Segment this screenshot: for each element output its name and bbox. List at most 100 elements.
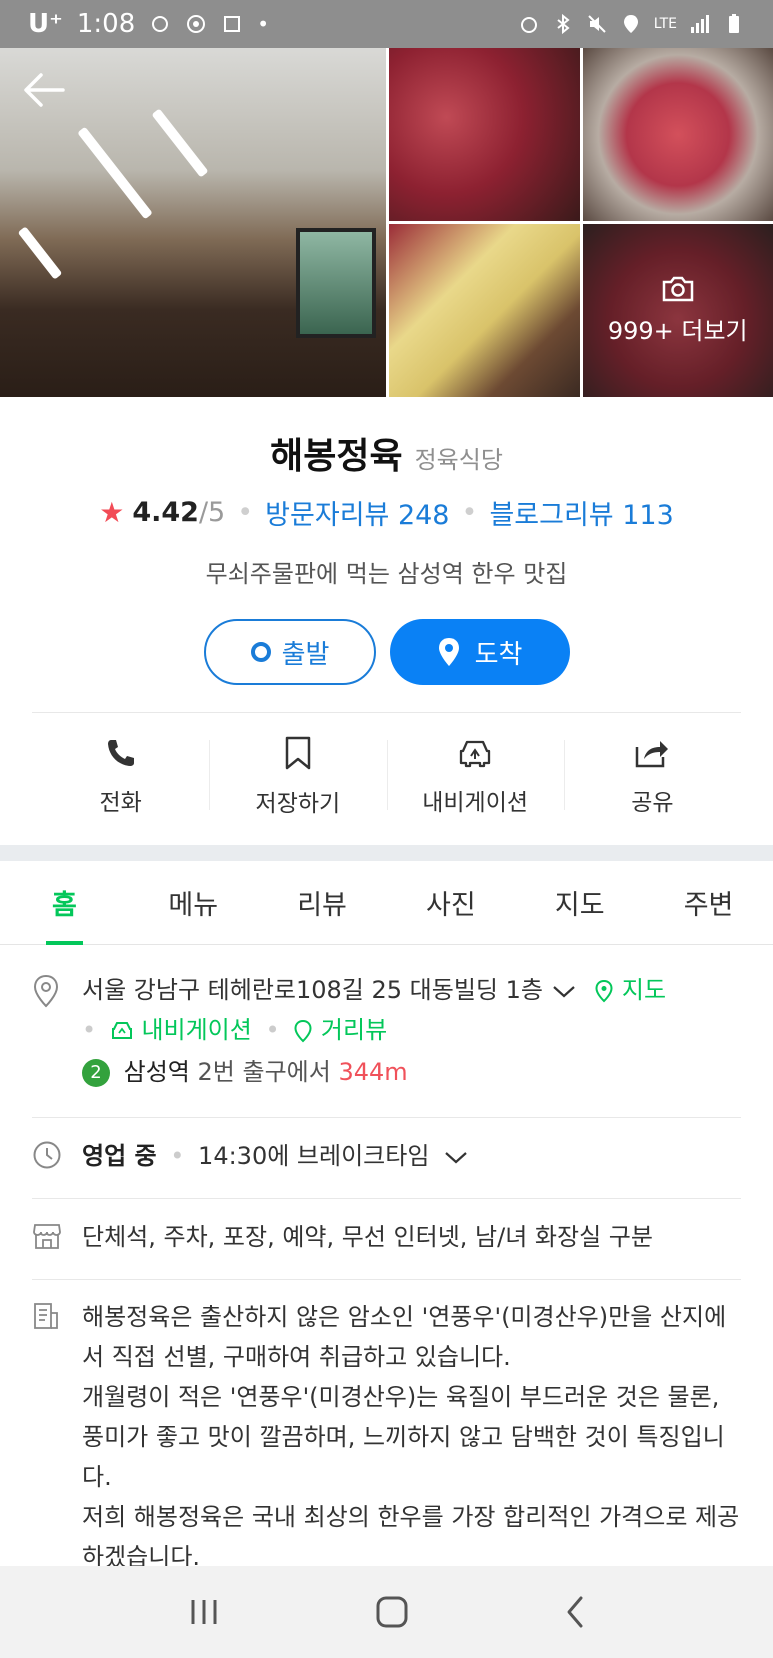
tab-review[interactable]: 리뷰 [258, 861, 387, 944]
tab-photo[interactable]: 사진 [386, 861, 515, 944]
photo-detail [151, 108, 209, 178]
alarm-icon [520, 17, 537, 33]
photo-more-overlay: 999+ 더보기 [582, 224, 773, 397]
camera-icon [662, 276, 693, 302]
save-action[interactable]: 저장하기 [209, 712, 386, 842]
divider [32, 1279, 741, 1280]
navigation-action[interactable]: 내비게이션 [386, 712, 564, 842]
mute-icon [588, 15, 606, 33]
route-buttons: 출발 도착 [0, 619, 773, 685]
clock: 1:08 [76, 9, 136, 39]
section-gap [0, 845, 773, 861]
divider [32, 1198, 741, 1199]
intro-body: 해봉정육은 출산하지 않은 암소인 '연풍우'(미경산우)만을 산지에서 직접 … [82, 1297, 741, 1566]
address-links: • 내비게이션 • 거리뷰 [82, 1010, 741, 1050]
photo-gallery[interactable]: 999+ 더보기 [0, 48, 773, 397]
car-icon [111, 1022, 132, 1039]
destination-pin-icon [438, 638, 459, 666]
tab-home[interactable]: 홈 [0, 861, 129, 945]
back-button[interactable] [22, 70, 66, 110]
tab-bar: 홈 메뉴 리뷰 사진 지도 주변 [0, 861, 773, 945]
street-view-link[interactable]: 거리뷰 [293, 1016, 387, 1044]
car-navigation-icon [459, 740, 491, 768]
hours-icon-wrap [32, 1136, 64, 1176]
photo-thumb[interactable] [389, 224, 580, 397]
photo-thumb[interactable] [389, 48, 580, 221]
subway-line: 2 삼성역 2번 출구에서 344m [82, 1052, 741, 1092]
photo-thumb[interactable] [582, 48, 773, 221]
home-icon[interactable] [375, 1595, 409, 1629]
app-notification-icon [224, 16, 241, 32]
hours-row[interactable]: 영업 중 • 14:30에 브레이크타임 [32, 1136, 741, 1176]
tab-map[interactable]: 지도 [515, 861, 644, 944]
amenities-row: 단체석, 주차, 포장, 예약, 무선 인터넷, 남/녀 화장실 구분 [32, 1217, 741, 1257]
rating-max: /5 [198, 497, 226, 528]
action-bar: 전화 저장하기 내비게이션 공유 [32, 712, 741, 842]
save-label: 저장하기 [255, 791, 341, 817]
separator-dot: • [265, 1016, 280, 1044]
tab-menu[interactable]: 메뉴 [129, 861, 258, 944]
separator-dot: • [461, 497, 478, 528]
address-text: 서울 강남구 테헤란로108길 25 대동빌딩 1층 [82, 976, 543, 1004]
place-name: 해봉정육 [270, 436, 403, 477]
status-bar: U⁺ 1:08 • LTE [0, 0, 773, 48]
amenities-text: 단체석, 주차, 포장, 예약, 무선 인터넷, 남/녀 화장실 구분 [82, 1223, 653, 1251]
arrive-label: 도착 [474, 639, 523, 670]
photo-thumbnails: 999+ 더보기 [389, 48, 773, 397]
place-header: 해봉정육 정육식당 ★ 4.42/5 • 방문자리뷰 248 • 블로그리뷰 1… [0, 397, 773, 685]
photo-detail [296, 228, 376, 338]
station-exit: 2번 출구에서 [197, 1058, 331, 1086]
place-description: 무쇠주물판에 먹는 삼성역 한우 맛집 [205, 560, 568, 588]
signal-icon [691, 15, 709, 33]
store-icon [33, 1224, 61, 1249]
rating-score: 4.42 [132, 497, 199, 528]
tab-nearby[interactable]: 주변 [644, 861, 773, 944]
start-button[interactable]: 출발 [203, 619, 376, 685]
break-time: 14:30에 브레이크타임 [198, 1142, 430, 1170]
navigation-label: 내비게이션 [422, 790, 529, 816]
record-icon [187, 15, 206, 33]
map-link[interactable]: 지도 [594, 976, 666, 1004]
address-line: 서울 강남구 테헤란로108길 25 대동빌딩 1층 지도 [82, 970, 741, 1010]
clock-icon [33, 1141, 61, 1169]
separator-dot: • [82, 1016, 97, 1044]
place-category: 정육식당 [414, 446, 503, 474]
recent-apps-icon[interactable] [187, 1597, 221, 1627]
intro-row: 해봉정육은 출산하지 않은 암소인 '연풍우'(미경산우)만을 산지에서 직접 … [32, 1297, 741, 1566]
system-nav-bar [0, 1566, 773, 1658]
battery-icon [729, 14, 739, 33]
photo-more-label: 999+ 더보기 [607, 317, 748, 345]
chevron-down-icon[interactable] [443, 1147, 469, 1167]
hours-body: 영업 중 • 14:30에 브레이크타임 [82, 1136, 741, 1176]
navigation-link-label: 내비게이션 [141, 1016, 252, 1044]
map-pin-icon [595, 979, 613, 1003]
location-icon [623, 15, 638, 33]
divider [32, 1117, 741, 1118]
navigation-link[interactable]: 내비게이션 [110, 1016, 260, 1044]
more-notifications-dot: • [257, 12, 270, 36]
blog-review-link[interactable]: 블로그리뷰 113 [489, 493, 673, 532]
separator-dot: • [170, 1142, 185, 1170]
bookmark-icon [285, 736, 311, 770]
open-status: 영업 중 [82, 1142, 157, 1170]
map-link-label: 지도 [621, 976, 667, 1004]
arrive-button[interactable]: 도착 [389, 619, 570, 685]
visitor-review-link[interactable]: 방문자리뷰 248 [265, 493, 449, 532]
call-label: 전화 [99, 790, 142, 816]
call-action[interactable]: 전화 [32, 712, 209, 842]
notification-icon [152, 16, 169, 32]
share-action[interactable]: 공유 [563, 712, 741, 842]
photo-more-tile[interactable]: 999+ 더보기 [582, 224, 773, 397]
intro-paragraph-2: 개월령이 적은 '연풍우'(미경산우)는 육질이 부드러운 것은 물론, 풍미가… [82, 1383, 725, 1491]
back-icon[interactable] [564, 1595, 586, 1629]
carrier-label: U⁺ [28, 9, 63, 39]
address-body: 서울 강남구 테헤란로108길 25 대동빌딩 1층 지도 • 내비게이션 • … [82, 970, 741, 1092]
station-distance: 344m [338, 1058, 408, 1086]
street-view-label: 거리뷰 [320, 1016, 388, 1044]
origin-dot-icon [250, 642, 271, 662]
separator-dot: • [237, 497, 254, 528]
chevron-down-icon[interactable] [551, 981, 577, 1001]
document-icon [34, 1303, 58, 1329]
share-icon [636, 741, 669, 768]
address-row: 서울 강남구 테헤란로108길 25 대동빌딩 1층 지도 • 내비게이션 • … [32, 970, 741, 1092]
